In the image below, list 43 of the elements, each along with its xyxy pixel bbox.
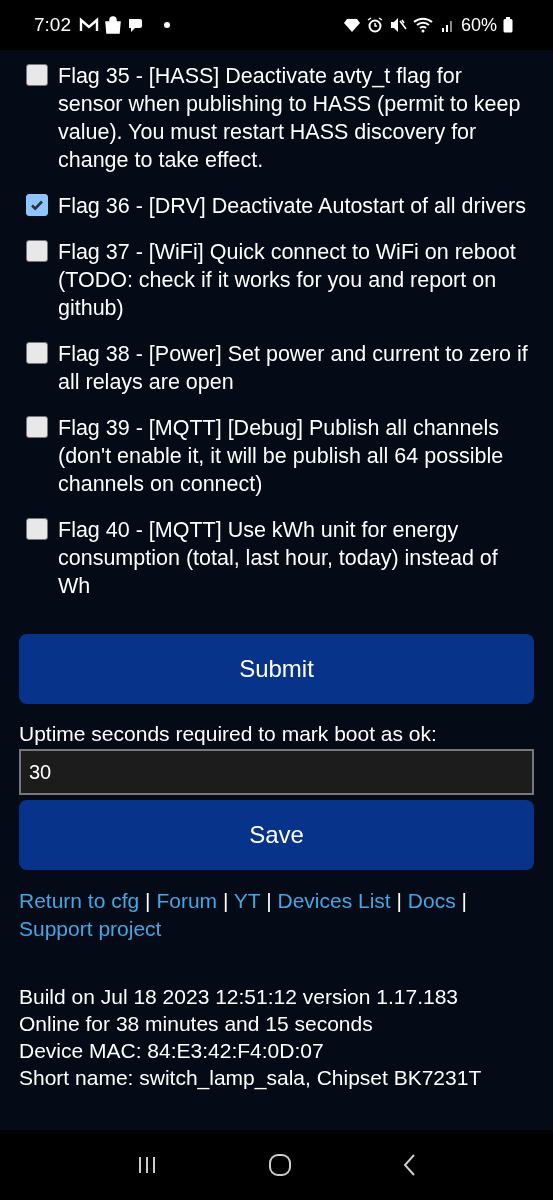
flag-label: Flag 39 - [MQTT] [Debug] Publish all channels (don't enable it, it will be publish all 64 possible channels on connect) bbox=[58, 415, 505, 498]
home-icon[interactable] bbox=[268, 1153, 293, 1177]
uptime-label: Uptime seconds required to mark boot as ok: bbox=[19, 722, 438, 746]
diamond-icon bbox=[342, 17, 361, 33]
flag-label: Flag 40 - [MQTT] Use kWh unit for energy consumption (total, last hour, today) instead of Wh bbox=[58, 517, 499, 600]
flag-label: Flag 37 - [WiFi] Quick connect to WiFi on reboot (TODO: check if it works for you and report on github) bbox=[58, 239, 517, 322]
checkbox[interactable] bbox=[26, 518, 48, 540]
flag-label: Flag 38 - [Power] Set power and current to zero if all relays are open bbox=[58, 341, 529, 396]
device-info-text: Online for 38 minutes and 15 seconds bbox=[19, 1011, 374, 1037]
flag-label: Flag 35 - [HASS] Deactivate avty_t flag for sensor when publishing to HASS (permit to keep value). You must restart HASS discovery for change to take effect. bbox=[58, 63, 522, 174]
battery-percent: 60% bbox=[460, 14, 497, 36]
nav-link[interactable]: Support project bbox=[19, 917, 162, 940]
submit-button[interactable]: Submit bbox=[19, 634, 534, 704]
link-separator: | bbox=[222, 889, 229, 912]
device-info-text: Build on Jul 18 2023 12:51:12 version 1.17.183 bbox=[19, 984, 459, 1010]
wifi-icon bbox=[412, 17, 435, 33]
checkbox[interactable] bbox=[26, 416, 48, 438]
link-separator: | bbox=[461, 889, 467, 912]
link-separator: | bbox=[266, 889, 272, 912]
checkbox[interactable] bbox=[26, 342, 48, 364]
alarm-icon bbox=[366, 17, 383, 33]
nav-link[interactable]: Devices List bbox=[277, 889, 391, 912]
flag-label: Flag 36 - [DRV] Deactivate Autostart of all drivers bbox=[58, 193, 527, 220]
checkbox[interactable] bbox=[26, 194, 48, 216]
uptime-input-field[interactable]: 30 bbox=[19, 749, 534, 795]
notification-dot-icon bbox=[163, 21, 171, 29]
link-separator: | bbox=[145, 889, 151, 912]
shopping-bag-icon bbox=[105, 16, 121, 34]
mute-icon bbox=[388, 17, 407, 33]
checkbox[interactable] bbox=[26, 64, 48, 86]
save-button[interactable]: Save bbox=[19, 800, 534, 870]
battery-icon bbox=[503, 17, 513, 33]
link-separator: | bbox=[396, 889, 402, 912]
device-info-text: Short name: switch_lamp_sala, Chipset BK7231T bbox=[19, 1065, 483, 1091]
nav-link[interactable]: YT bbox=[233, 889, 261, 912]
mail-icon bbox=[79, 17, 99, 33]
nav-link[interactable]: Forum bbox=[156, 889, 218, 912]
nav-link[interactable]: Return to cfg bbox=[19, 889, 140, 912]
chat-icon bbox=[127, 17, 145, 33]
device-info-text: Device MAC: 84:E3:42:F4:0D:07 bbox=[19, 1038, 325, 1064]
checkbox[interactable] bbox=[26, 240, 48, 262]
nav-link[interactable]: Docs bbox=[407, 889, 456, 912]
status-time: 7:02 bbox=[34, 14, 71, 36]
